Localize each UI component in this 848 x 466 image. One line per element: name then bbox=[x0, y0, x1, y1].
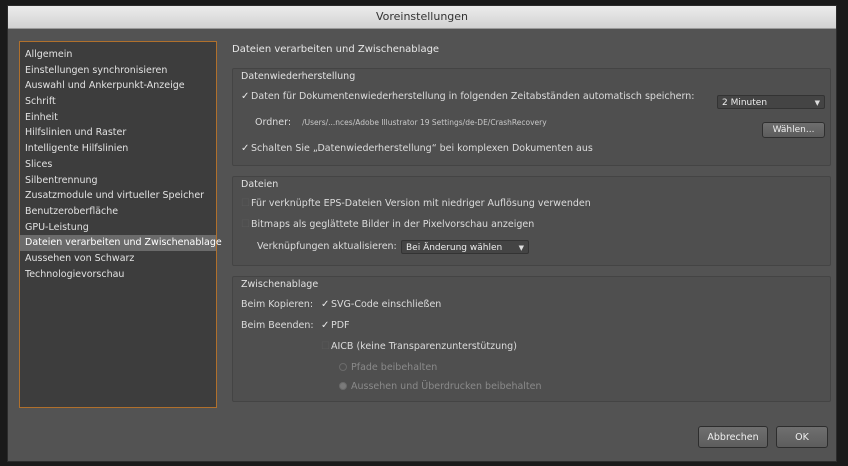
recovery-group: Datenwiederherstellung ✓ Daten für Dokume… bbox=[232, 68, 831, 166]
ok-button[interactable]: OK bbox=[776, 426, 828, 448]
title-bar[interactable]: Voreinstellungen bbox=[8, 6, 836, 29]
chevron-down-icon: ▼ bbox=[814, 99, 820, 107]
disable-recovery-row: ✓ Schalten Sie „Datenwiederherstellung“ b… bbox=[241, 143, 593, 154]
svg-row: ✓ SVG-Code einschließen bbox=[321, 299, 441, 310]
appearance-radio[interactable] bbox=[339, 382, 347, 390]
paths-label: Pfade beibehalten bbox=[351, 362, 438, 373]
sidebar-item-file-handling[interactable]: Dateien verarbeiten und Zwischenablage bbox=[20, 235, 222, 251]
appearance-row: Aussehen und Überdrucken beibehalten bbox=[339, 381, 542, 392]
pdf-row: ✓ PDF bbox=[321, 320, 350, 331]
preferences-window: Voreinstellungen Allgemein Einstellungen… bbox=[7, 5, 837, 462]
sidebar-item-ui[interactable]: Benutzeroberfläche bbox=[20, 204, 216, 220]
interval-dropdown[interactable]: 2 Minuten ▼ bbox=[717, 95, 825, 109]
interval-value: 2 Minuten bbox=[722, 98, 768, 108]
update-links-value: Bei Änderung wählen bbox=[406, 243, 503, 253]
recovery-group-title: Datenwiederherstellung bbox=[241, 71, 356, 82]
sidebar-item-selection[interactable]: Auswahl und Ankerpunkt-Anzeige bbox=[20, 78, 216, 94]
bitmap-label: Bitmaps als geglättete Bilder in der Pix… bbox=[251, 219, 535, 230]
update-links-label: Verknüpfungen aktualisieren: bbox=[257, 241, 397, 252]
aicb-checkbox[interactable]: ☐ bbox=[321, 341, 331, 352]
chevron-down-icon: ▼ bbox=[518, 244, 524, 252]
pdf-checkbox[interactable]: ✓ bbox=[321, 320, 331, 331]
files-group: Dateien ☐Für verknüpfte EPS-Dateien Vers… bbox=[232, 176, 831, 266]
copy-label: Beim Kopieren: bbox=[241, 299, 314, 310]
sidebar-item-hyphenation[interactable]: Silbentrennung bbox=[20, 173, 216, 189]
aicb-row: ☐AICB (keine Transparenzunterstützung) bbox=[321, 341, 517, 352]
autosave-label: Daten für Dokumentenwiederherstellung in… bbox=[251, 91, 695, 102]
eps-row: ☐Für verknüpfte EPS-Dateien Version mit … bbox=[241, 198, 591, 209]
sidebar-item-type[interactable]: Schrift bbox=[20, 94, 216, 110]
paths-row: Pfade beibehalten bbox=[339, 362, 437, 373]
folder-path: /Users/...nces/Adobe Illustrator 19 Sett… bbox=[302, 118, 547, 127]
page-title: Dateien verarbeiten und Zwischenablage bbox=[232, 44, 440, 55]
sidebar-item-units[interactable]: Einheit bbox=[20, 110, 216, 126]
quit-label: Beim Beenden: bbox=[241, 320, 314, 331]
svg-checkbox[interactable]: ✓ bbox=[321, 299, 331, 310]
clipboard-group: Zwischenablage Beim Kopieren: ✓ SVG-Code … bbox=[232, 276, 831, 402]
aicb-label: AICB (keine Transparenzunterstützung) bbox=[331, 341, 517, 352]
svg-label: SVG-Code einschließen bbox=[331, 299, 442, 310]
sidebar-item-black[interactable]: Aussehen von Schwarz bbox=[20, 251, 216, 267]
eps-checkbox[interactable]: ☐ bbox=[241, 198, 251, 209]
pdf-label: PDF bbox=[331, 320, 350, 331]
clipboard-group-title: Zwischenablage bbox=[241, 279, 319, 290]
folder-label: Ordner: bbox=[255, 117, 292, 128]
sidebar-item-tech-preview[interactable]: Technologievorschau bbox=[20, 267, 216, 283]
disable-recovery-label: Schalten Sie „Datenwiederherstellung“ be… bbox=[251, 143, 593, 154]
autosave-row: ✓ Daten für Dokumentenwiederherstellung i… bbox=[241, 91, 694, 102]
window-title: Voreinstellungen bbox=[375, 10, 469, 23]
eps-label: Für verknüpfte EPS-Dateien Version mit n… bbox=[251, 198, 591, 209]
sidebar: Allgemein Einstellungen synchronisieren … bbox=[19, 41, 222, 408]
cancel-button[interactable]: Abbrechen bbox=[698, 426, 768, 448]
bitmap-checkbox[interactable]: ☐ bbox=[241, 219, 251, 230]
appearance-label: Aussehen und Überdrucken beibehalten bbox=[351, 381, 542, 392]
files-group-title: Dateien bbox=[241, 179, 279, 190]
paths-radio[interactable] bbox=[339, 363, 347, 371]
choose-folder-button[interactable]: Wählen... bbox=[762, 122, 825, 138]
folder-row: Ordner: /Users/...nces/Adobe Illustrator… bbox=[255, 117, 547, 128]
sidebar-item-smart-guides[interactable]: Intelligente Hilfslinien bbox=[20, 141, 216, 157]
update-links-dropdown[interactable]: Bei Änderung wählen ▼ bbox=[401, 240, 529, 254]
disable-recovery-checkbox[interactable]: ✓ bbox=[241, 143, 251, 154]
bitmap-row: ☐Bitmaps als geglättete Bilder in der Pi… bbox=[241, 219, 534, 230]
sidebar-item-plugins[interactable]: Zusatzmodule und virtueller Speicher bbox=[20, 188, 216, 204]
sidebar-item-slices[interactable]: Slices bbox=[20, 157, 216, 173]
sidebar-item-sync[interactable]: Einstellungen synchronisieren bbox=[20, 63, 216, 79]
autosave-checkbox[interactable]: ✓ bbox=[241, 91, 251, 102]
sidebar-item-allgemein[interactable]: Allgemein bbox=[20, 47, 216, 63]
sidebar-item-gpu[interactable]: GPU-Leistung bbox=[20, 220, 216, 236]
sidebar-item-guides-grid[interactable]: Hilfslinien und Raster bbox=[20, 125, 216, 141]
